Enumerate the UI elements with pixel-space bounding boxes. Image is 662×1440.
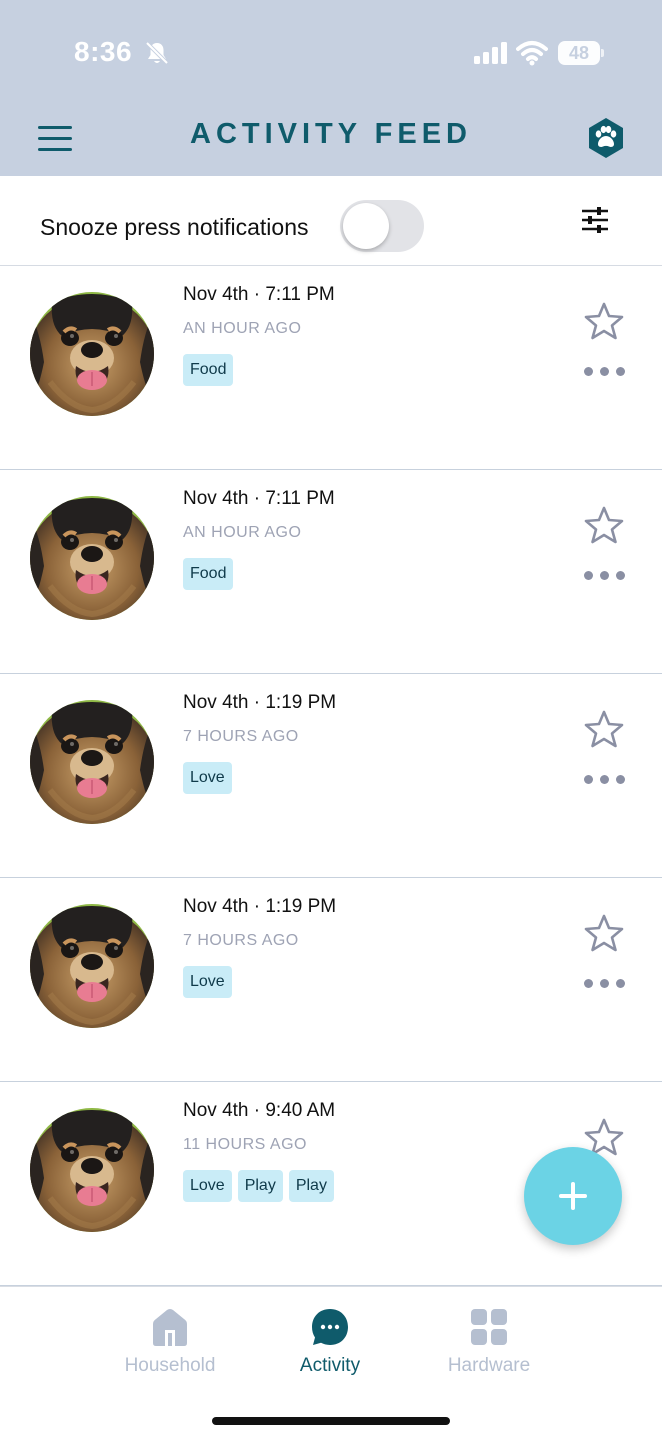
activity-date: Nov 4th · 1:19 PM	[183, 692, 337, 713]
more-options-icon[interactable]	[584, 568, 626, 582]
bell-slash-icon	[145, 41, 169, 65]
battery-level: 48	[568, 43, 590, 63]
activity-relative-time: AN HOUR AGO	[183, 524, 302, 541]
activity-relative-time: 7 HOURS AGO	[183, 932, 299, 949]
plus-icon	[559, 1182, 587, 1210]
activity-date: Nov 4th · 7:11 PM	[183, 488, 335, 509]
star-icon[interactable]	[584, 710, 624, 748]
activity-relative-time: 11 HOURS AGO	[183, 1136, 307, 1153]
toggle-knob	[343, 203, 389, 249]
activity-feed-list: Nov 4th · 7:11 PM AN HOUR AGO Food Nov 4…	[0, 266, 662, 1286]
dog-photo	[30, 292, 154, 416]
snooze-bar: Snooze press notifications	[0, 176, 662, 266]
star-icon[interactable]	[584, 914, 624, 952]
wifi-icon	[516, 41, 548, 66]
more-options-icon[interactable]	[584, 364, 626, 378]
house-icon	[153, 1309, 187, 1346]
tab-household[interactable]: Household	[90, 1305, 250, 1385]
activity-date: Nov 4th · 7:11 PM	[183, 284, 335, 305]
activity-tag: Food	[183, 558, 234, 590]
tab-label: Household	[124, 1355, 216, 1376]
activity-card[interactable]: Nov 4th · 1:19 PM 7 HOURS AGO Love	[0, 674, 662, 878]
activity-card[interactable]: Nov 4th · 7:11 PM AN HOUR AGO Food	[0, 266, 662, 470]
activity-card[interactable]: Nov 4th · 1:19 PM 7 HOURS AGO Love	[0, 878, 662, 1082]
home-indicator	[212, 1417, 450, 1425]
tab-activity[interactable]: Activity	[250, 1305, 410, 1385]
activity-tag: Food	[183, 354, 234, 386]
activity-tags: Food	[183, 354, 234, 386]
more-options-icon[interactable]	[584, 772, 626, 786]
activity-tag: Love	[183, 762, 232, 794]
star-icon[interactable]	[584, 506, 624, 544]
activity-tags: Food	[183, 558, 234, 590]
activity-card[interactable]: Nov 4th · 7:11 PM AN HOUR AGO Food	[0, 470, 662, 674]
dog-photo	[30, 700, 154, 824]
add-activity-button[interactable]	[524, 1147, 622, 1245]
dog-photo	[30, 904, 154, 1028]
snooze-toggle[interactable]	[340, 200, 424, 252]
pet-avatar	[30, 496, 154, 620]
activity-tag: Love	[183, 1170, 232, 1202]
activity-tags: Love Play Play	[183, 1170, 334, 1202]
battery-icon: 48	[558, 41, 604, 65]
activity-relative-time: 7 HOURS AGO	[183, 728, 299, 745]
sliders-icon[interactable]	[580, 206, 610, 234]
activity-tags: Love	[183, 762, 232, 794]
snooze-label: Snooze press notifications	[40, 214, 309, 240]
cellular-signal-icon	[474, 42, 507, 64]
more-options-icon[interactable]	[584, 976, 626, 990]
activity-tag: Play	[288, 1170, 334, 1202]
tab-hardware[interactable]: Hardware	[409, 1305, 569, 1385]
activity-date: Nov 4th · 9:40 AM	[183, 1100, 336, 1121]
paw-icon[interactable]	[586, 117, 626, 159]
pet-avatar	[30, 700, 154, 824]
dog-photo	[30, 496, 154, 620]
tab-label: Hardware	[447, 1355, 531, 1376]
tab-label: Activity	[299, 1355, 361, 1376]
activity-date: Nov 4th · 1:19 PM	[183, 896, 337, 917]
status-time: 8:36	[74, 36, 133, 67]
page-title: ACTIVITY FEED	[190, 118, 472, 150]
activity-tag: Play	[237, 1170, 283, 1202]
pet-avatar	[30, 904, 154, 1028]
pet-avatar	[30, 1108, 154, 1232]
activity-tag: Love	[183, 966, 232, 998]
activity-tags: Love	[183, 966, 232, 998]
grid-icon	[471, 1309, 507, 1345]
activity-relative-time: AN HOUR AGO	[183, 320, 302, 337]
star-icon[interactable]	[584, 302, 624, 340]
dog-photo	[30, 1108, 154, 1232]
app-header: 8:36 48 ACTIVITY FEED	[0, 0, 662, 176]
chat-bubble-icon	[312, 1309, 348, 1345]
pet-avatar	[30, 292, 154, 416]
